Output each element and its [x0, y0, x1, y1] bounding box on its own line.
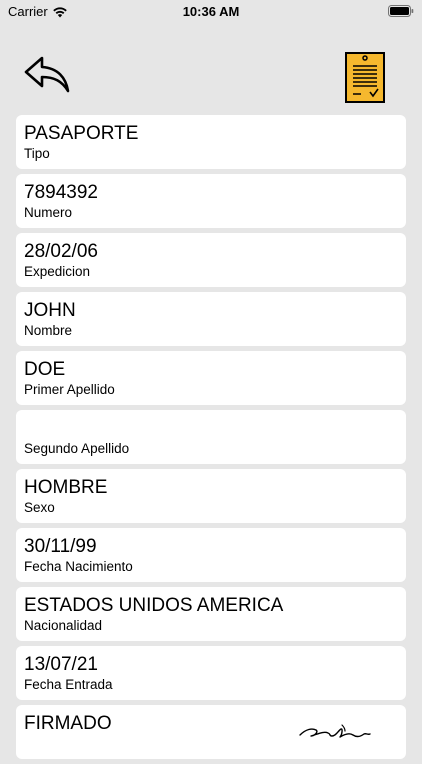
- field-label: Tipo: [24, 146, 50, 161]
- field-card-nombre[interactable]: JOHN Nombre: [16, 292, 406, 346]
- field-value: HOMBRE: [24, 477, 108, 498]
- field-card-fecha-entrada[interactable]: 13/07/21 Fecha Entrada: [16, 646, 406, 700]
- field-card-segundo-apellido[interactable]: Segundo Apellido: [16, 410, 406, 464]
- document-check-icon: [345, 52, 385, 103]
- field-card-fecha-nacimiento[interactable]: 30/11/99 Fecha Nacimiento: [16, 528, 406, 582]
- field-value: FIRMADO: [24, 713, 112, 734]
- field-label: Fecha Nacimiento: [24, 559, 133, 574]
- passport-field-list: PASAPORTE Tipo 7894392 Numero 28/02/06 E…: [16, 115, 406, 764]
- field-value: DOE: [24, 359, 66, 380]
- field-label: Expedicion: [24, 264, 91, 279]
- battery-icon: [388, 5, 414, 20]
- reply-arrow-icon: [24, 56, 70, 93]
- field-value: PASAPORTE: [24, 123, 139, 144]
- field-label: Fecha Entrada: [24, 677, 113, 692]
- field-label: Segundo Apellido: [24, 441, 130, 456]
- document-button[interactable]: [344, 50, 386, 104]
- status-time: 10:36 AM: [182, 4, 240, 19]
- field-label: Nombre: [24, 323, 73, 338]
- back-button[interactable]: [22, 54, 72, 94]
- signature-image: [299, 724, 371, 738]
- field-value: ESTADOS UNIDOS AMERICA: [24, 595, 284, 616]
- field-card-sexo[interactable]: HOMBRE Sexo: [16, 469, 406, 523]
- field-card-numero[interactable]: 7894392 Numero: [16, 174, 406, 228]
- field-card-nacionalidad[interactable]: ESTADOS UNIDOS AMERICA Nacionalidad: [16, 587, 406, 641]
- field-label: Numero: [24, 205, 73, 220]
- field-value: 13/07/21: [24, 654, 98, 675]
- navigation-bar: [0, 24, 422, 112]
- field-card-tipo[interactable]: PASAPORTE Tipo: [16, 115, 406, 169]
- field-value: 30/11/99: [24, 536, 97, 557]
- field-card-primer-apellido[interactable]: DOE Primer Apellido: [16, 351, 406, 405]
- field-label: Sexo: [24, 500, 55, 515]
- field-value: JOHN: [24, 300, 76, 321]
- field-value: 7894392: [24, 182, 98, 203]
- field-card-firma[interactable]: FIRMADO: [16, 705, 406, 759]
- status-bar: Carrier 10:36 AM: [0, 0, 422, 24]
- field-label: Primer Apellido: [24, 382, 115, 397]
- field-card-expedicion[interactable]: 28/02/06 Expedicion: [16, 233, 406, 287]
- field-label: Nacionalidad: [24, 618, 103, 633]
- field-value: 28/02/06: [24, 241, 98, 262]
